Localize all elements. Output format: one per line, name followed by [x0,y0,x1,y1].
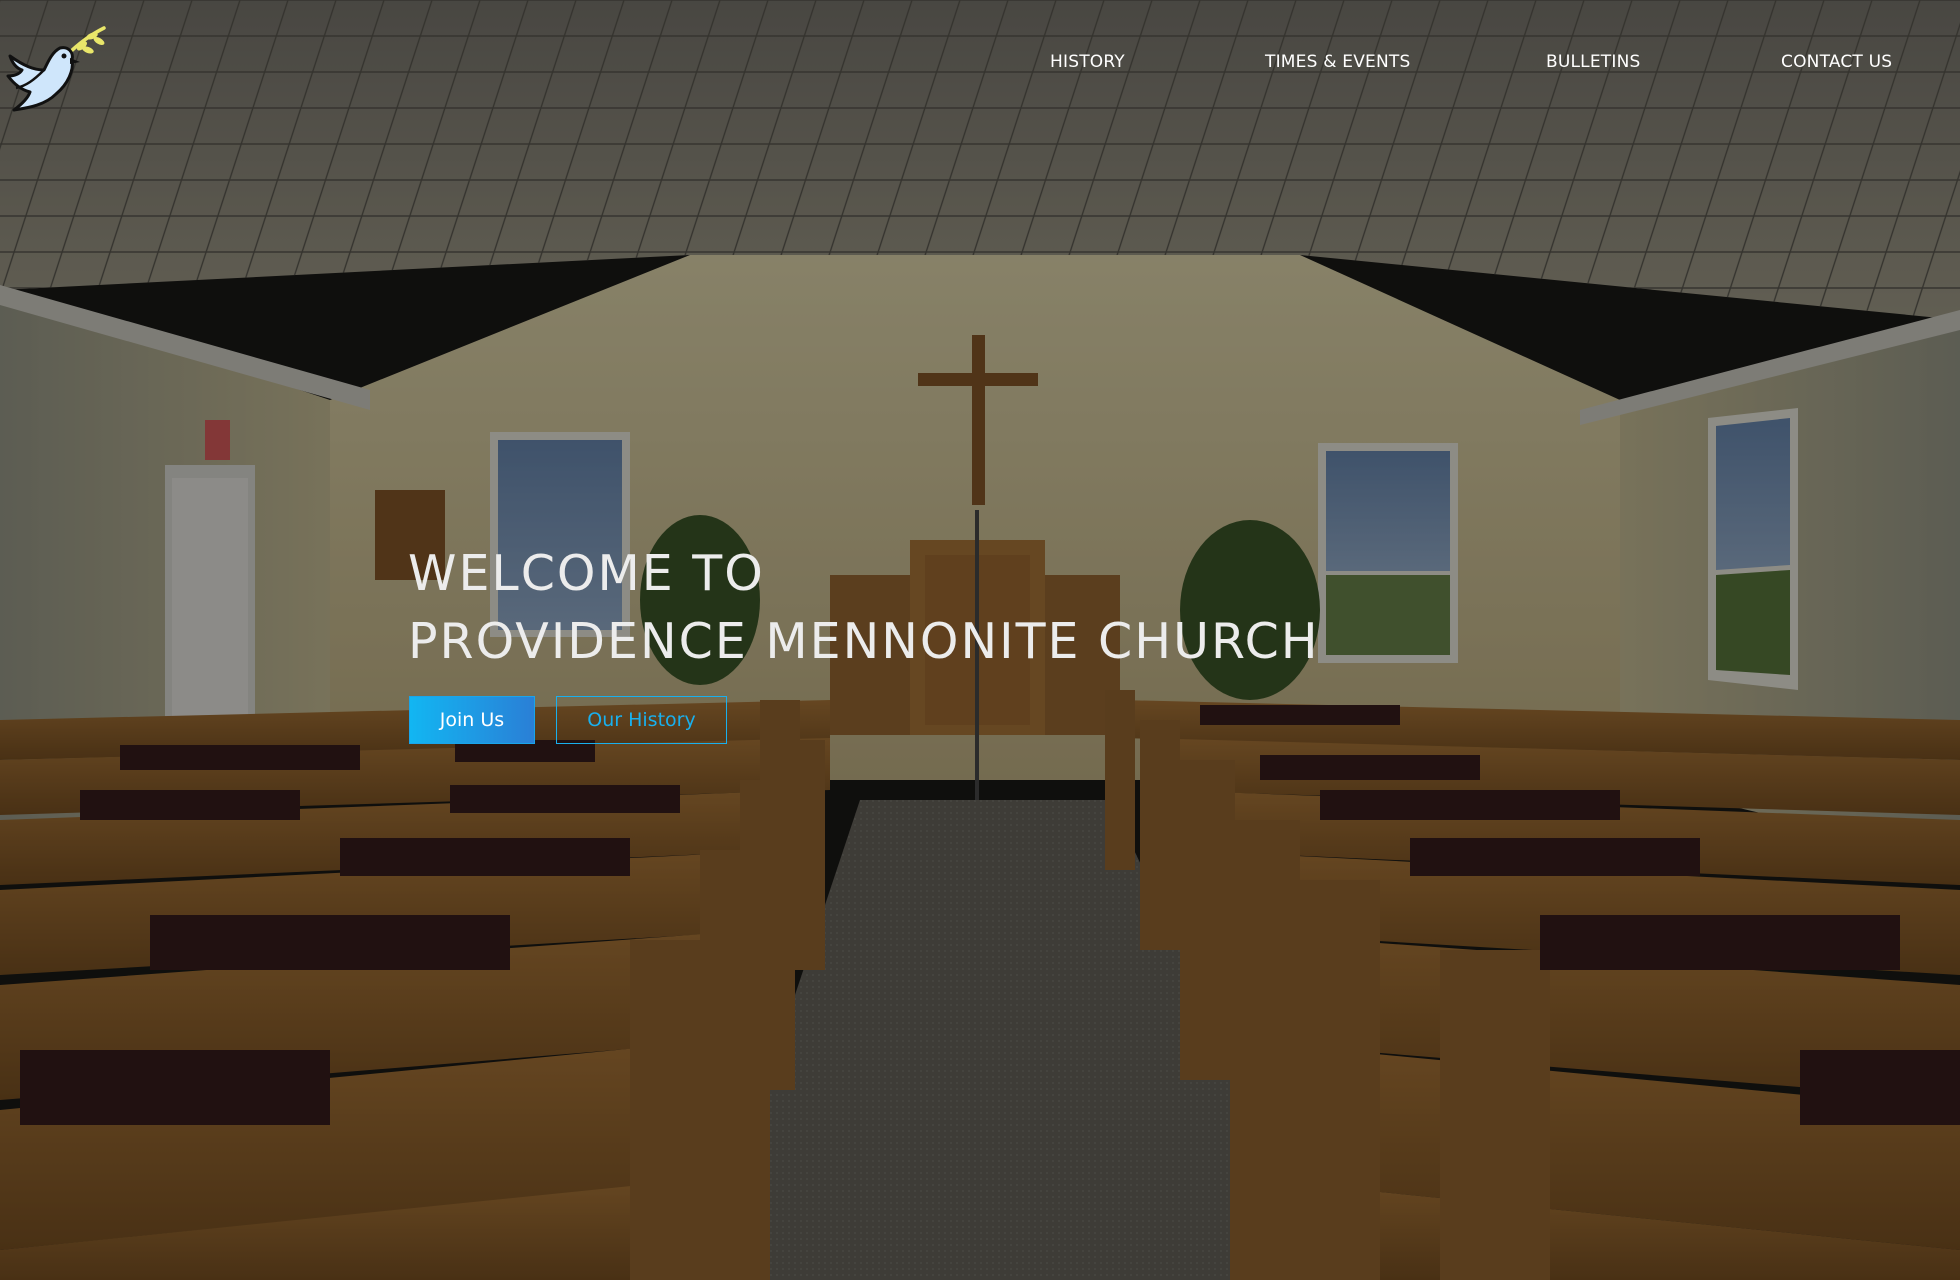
join-us-button[interactable]: Join Us [409,696,535,744]
hero-headline: WELCOME TO PROVIDENCE MENNONITE CHURCH [408,540,1320,676]
nav-bulletins[interactable]: BULLETINS [1546,50,1641,74]
nav-history[interactable]: HISTORY [1050,50,1125,74]
headline-line-2: PROVIDENCE MENNONITE CHURCH [408,613,1320,670]
nav-contact-us[interactable]: CONTACT US [1781,50,1892,74]
our-history-button[interactable]: Our History [556,696,727,744]
headline-line-1: WELCOME TO [408,545,765,602]
main-nav: HISTORY TIMES & EVENTS BULLETINS CONTACT… [0,50,1960,74]
nav-times-events[interactable]: TIMES & EVENTS [1265,50,1410,74]
